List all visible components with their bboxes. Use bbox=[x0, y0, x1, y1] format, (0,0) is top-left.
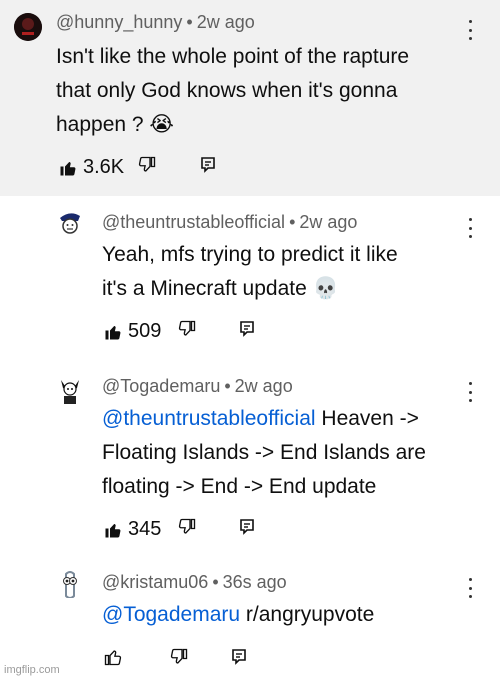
comment-text-line: happen ? 😭 bbox=[56, 113, 174, 136]
dislike-button[interactable] bbox=[178, 320, 196, 338]
author-name[interactable]: @theuntrustableofficial bbox=[102, 212, 285, 232]
avatar[interactable] bbox=[14, 13, 42, 41]
more-options-icon[interactable] bbox=[465, 382, 475, 402]
comment-text-line: floating -> End -> End update bbox=[102, 475, 377, 498]
like-count: 509 bbox=[128, 320, 162, 342]
comment-age: 2w ago bbox=[196, 12, 255, 32]
more-options-icon[interactable] bbox=[465, 218, 475, 238]
comment-meta: @Togademaru • 2w ago bbox=[102, 376, 293, 397]
like-button[interactable]: 509 bbox=[104, 320, 161, 343]
comment-text: Yeah, mfs trying to predict it like it's… bbox=[102, 238, 398, 306]
comment-text-line: Yeah, mfs trying to predict it like bbox=[102, 243, 398, 266]
avatar[interactable] bbox=[56, 210, 84, 238]
more-options-icon[interactable] bbox=[465, 578, 475, 598]
comment-meta: @kristamu06 • 36s ago bbox=[102, 572, 287, 593]
comment-actions: 345 bbox=[104, 518, 264, 542]
reply-button[interactable] bbox=[200, 156, 216, 174]
like-count: 345 bbox=[128, 518, 162, 540]
thumbs-up-filled-icon bbox=[105, 523, 121, 538]
author-name[interactable]: @kristamu06 bbox=[102, 572, 208, 592]
meta-separator: • bbox=[212, 572, 219, 592]
comment-text-line: Floating Islands -> End Islands are bbox=[102, 441, 426, 464]
reply-button[interactable] bbox=[239, 518, 255, 536]
thumbs-down-outline-icon bbox=[178, 320, 196, 336]
meta-separator: • bbox=[186, 12, 193, 32]
dislike-button[interactable] bbox=[178, 518, 196, 536]
comment-meta: @theuntrustableofficial • 2w ago bbox=[102, 212, 357, 233]
avatar[interactable] bbox=[56, 376, 84, 404]
comment-actions: 3.6K bbox=[59, 156, 239, 180]
comment-text-fragment: Heaven -> bbox=[315, 407, 419, 430]
thumbs-up-filled-icon bbox=[60, 161, 76, 176]
avatar[interactable] bbox=[56, 570, 84, 598]
meta-separator: • bbox=[224, 376, 231, 396]
comment-actions bbox=[104, 648, 264, 672]
comment-4: @kristamu06 • 36s ago @Togademaru r/angryu… bbox=[0, 556, 500, 679]
more-options-icon[interactable] bbox=[465, 20, 475, 40]
like-button[interactable]: 345 bbox=[104, 518, 161, 541]
reply-button[interactable] bbox=[231, 648, 247, 666]
meta-separator: • bbox=[289, 212, 296, 232]
comment-text: @theuntrustableofficial Heaven -> Floati… bbox=[102, 402, 426, 504]
author-name[interactable]: @hunny_hunny bbox=[56, 12, 182, 32]
like-button[interactable]: 3.6K bbox=[59, 156, 124, 179]
like-button[interactable] bbox=[104, 648, 122, 666]
comment-3: @Togademaru • 2w ago @theuntrustableoffici… bbox=[0, 360, 500, 556]
dislike-button[interactable] bbox=[138, 156, 156, 174]
comment-text-fragment: r/angryupvote bbox=[240, 603, 375, 626]
comment-meta: @hunny_hunny • 2w ago bbox=[56, 12, 255, 33]
comment-age: 2w ago bbox=[299, 212, 358, 232]
dislike-button[interactable] bbox=[170, 648, 188, 666]
reply-button[interactable] bbox=[239, 320, 255, 338]
author-name[interactable]: @Togademaru bbox=[102, 376, 220, 396]
comment-text-line: @Togademaru r/angryupvote bbox=[102, 598, 374, 632]
thumbs-down-outline-icon bbox=[170, 648, 188, 664]
comment-age: 2w ago bbox=[234, 376, 293, 396]
mention-link[interactable]: @Togademaru bbox=[102, 603, 240, 626]
thumbs-down-outline-icon bbox=[178, 518, 196, 534]
like-count: 3.6K bbox=[83, 156, 125, 178]
comment-text-line: Isn't like the whole point of the raptur… bbox=[56, 45, 410, 68]
comment-text: Isn't like the whole point of the raptur… bbox=[56, 40, 409, 142]
comment-text-line: that only God knows when it's gonna bbox=[56, 79, 398, 102]
comment-text: @Togademaru r/angryupvote bbox=[102, 598, 374, 632]
mention-link[interactable]: @theuntrustableofficial bbox=[102, 407, 316, 430]
comment-actions: 509 bbox=[104, 320, 264, 344]
comment-age: 36s ago bbox=[222, 572, 287, 592]
thumbs-up-outline-icon bbox=[104, 650, 122, 666]
thumbs-down-outline-icon bbox=[138, 156, 156, 172]
watermark: imgflip.com bbox=[4, 664, 60, 676]
comment-text-line: it's a Minecraft update 💀 bbox=[102, 277, 339, 300]
comment-1: @hunny_hunny • 2w ago Isn't like the whole… bbox=[0, 0, 500, 196]
comment-text-line: @theuntrustableofficial Heaven -> bbox=[102, 402, 426, 436]
comment-2: @theuntrustableofficial • 2w ago Yeah, mfs… bbox=[0, 196, 500, 360]
thumbs-up-filled-icon bbox=[105, 325, 121, 340]
reply-icon bbox=[240, 519, 254, 535]
reply-icon bbox=[240, 321, 254, 337]
reply-icon bbox=[232, 649, 246, 665]
reply-icon bbox=[201, 157, 215, 173]
